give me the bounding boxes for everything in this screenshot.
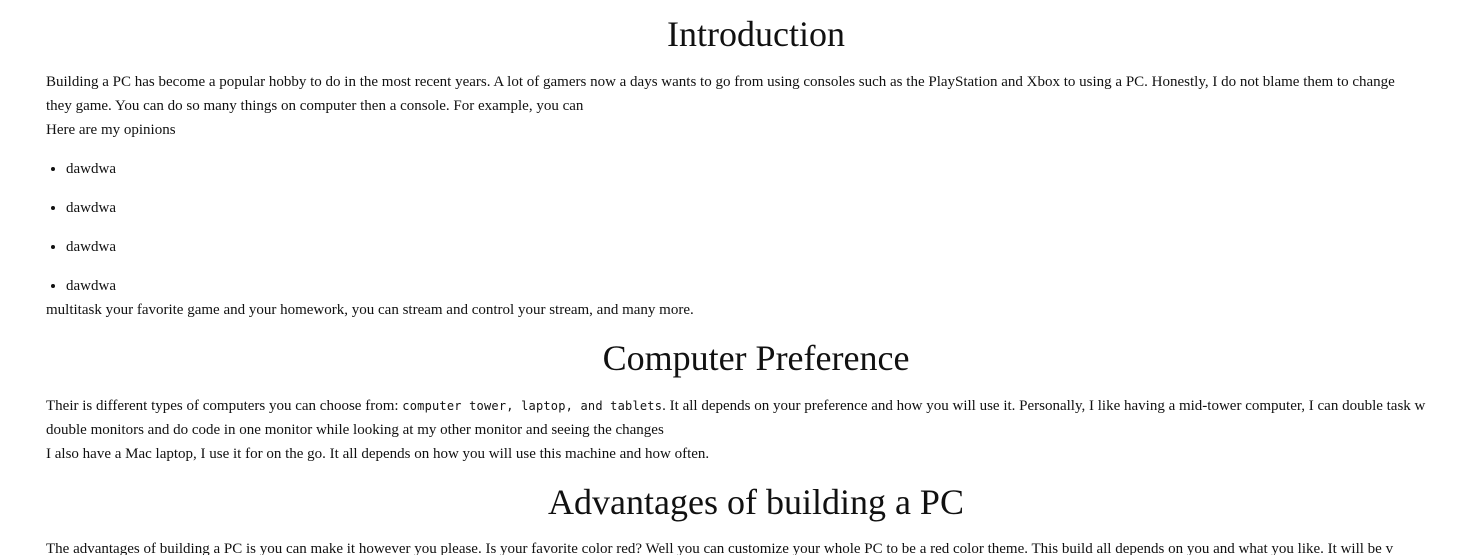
list-item: dawdwa xyxy=(66,226,116,265)
intro-paragraph-line-1: Building a PC has become a popular hobby… xyxy=(46,74,1395,90)
preference-paragraph-line-1: Their is different types of computers yo… xyxy=(46,394,1484,418)
advantages-paragraph-line-1: The advantages of building a PC is you c… xyxy=(46,541,1394,555)
intro-paragraph-line-2: they game. You can do so many things on … xyxy=(46,98,584,114)
preference-paragraph-line-2: double monitors and do code in one monit… xyxy=(46,422,664,438)
heading-computer-preference: Computer Preference xyxy=(602,338,910,378)
computer-types-code: computer tower, laptop, and tablets xyxy=(402,399,663,413)
preference-text-after-code: . It all depends on your preference and … xyxy=(662,398,1426,414)
heading-introduction: Introduction xyxy=(667,14,845,54)
opinions-list: dawdwa dawdwa dawdwa dawdwa xyxy=(46,148,116,304)
preference-text-start: Their is different types of computers yo… xyxy=(46,398,403,414)
opinions-label: Here are my opinions xyxy=(46,122,176,138)
list-item: dawdwa xyxy=(66,187,116,226)
preference-paragraph-line-3: I also have a Mac laptop, I use it for o… xyxy=(46,446,710,462)
document-page: Introduction Building a PC has become a … xyxy=(0,0,1484,555)
intro-paragraph-tail: multitask your favorite game and your ho… xyxy=(46,302,694,318)
list-item: dawdwa xyxy=(66,148,116,187)
heading-advantages: Advantages of building a PC xyxy=(548,482,964,522)
